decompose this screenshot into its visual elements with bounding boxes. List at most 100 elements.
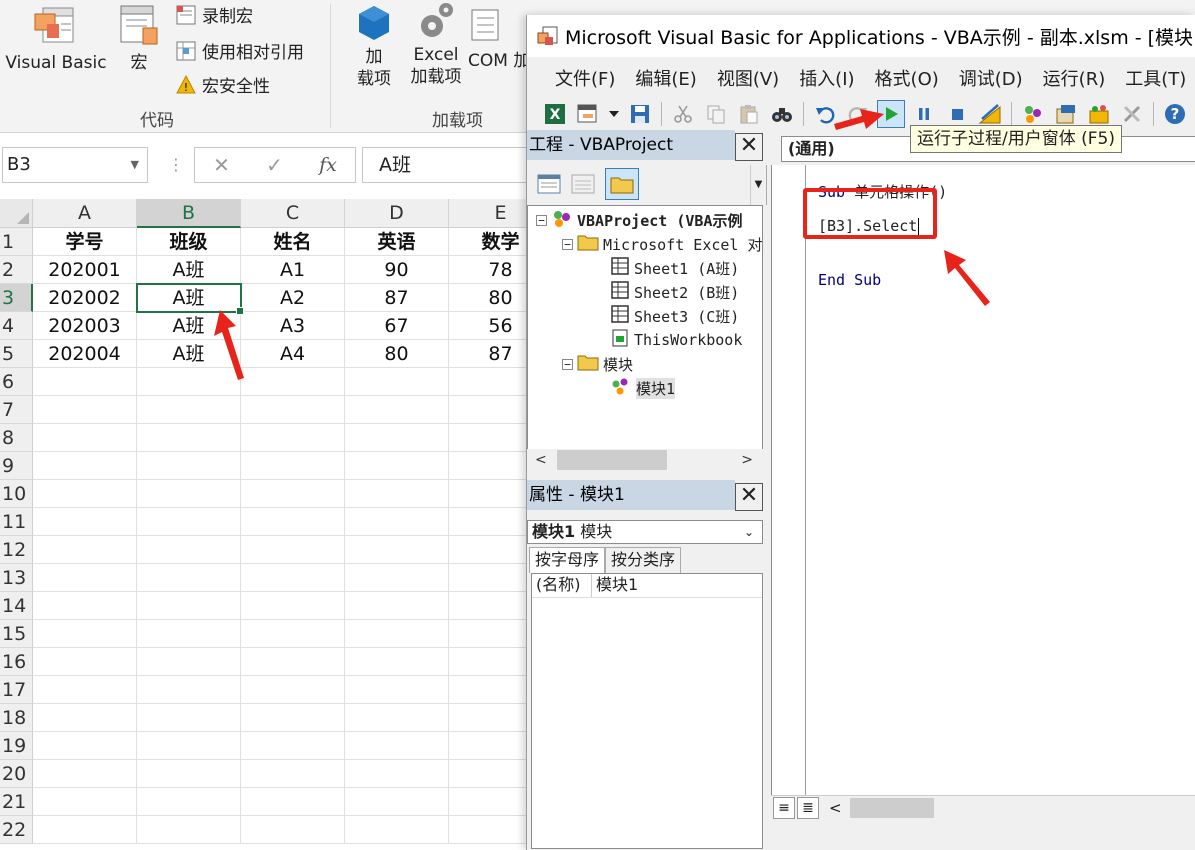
scroll-left-icon[interactable]: < (829, 799, 842, 817)
properties-object-select[interactable]: 模块1 模块 ⌄ (527, 520, 763, 544)
save-button[interactable] (626, 100, 654, 128)
cell[interactable] (345, 788, 449, 816)
row-header[interactable]: 22 (0, 816, 33, 844)
cell[interactable] (137, 564, 241, 592)
menu-item[interactable]: 调试(D) (949, 65, 1033, 91)
cell[interactable] (345, 704, 449, 732)
cell[interactable]: 90 (345, 256, 449, 284)
row-header[interactable]: 9 (0, 452, 33, 480)
cell[interactable] (345, 676, 449, 704)
cell[interactable]: A班 (137, 340, 241, 368)
code-line-sub[interactable]: Sub 单元格操作() (818, 181, 947, 202)
menu-item[interactable]: 格式(O) (865, 65, 949, 91)
cell[interactable] (33, 816, 137, 844)
chevron-down-icon[interactable]: ▼ (131, 148, 139, 182)
cell[interactable] (241, 648, 345, 676)
confirm-icon[interactable]: ✓ (266, 153, 283, 177)
property-row[interactable]: (名称) 模块1 (532, 574, 762, 598)
cell[interactable] (33, 452, 137, 480)
tree-node-sheet3[interactable]: Sheet3 (C班) (610, 304, 739, 328)
row-header[interactable]: 11 (0, 508, 33, 536)
cell[interactable]: A1 (241, 256, 345, 284)
undo-button[interactable] (811, 100, 839, 128)
project-tree[interactable]: − VBAProject (VBA示例 − Microsoft Excel 对象 She… (527, 205, 763, 463)
cell[interactable] (345, 732, 449, 760)
collapse-icon[interactable]: − (536, 214, 547, 226)
cell[interactable] (33, 732, 137, 760)
row-header[interactable]: 4 (0, 312, 33, 340)
tab-alphabetic[interactable]: 按字母序 (529, 547, 606, 573)
cell[interactable] (137, 620, 241, 648)
cell[interactable] (33, 424, 137, 452)
cell[interactable]: A班 (137, 312, 241, 340)
cell[interactable]: 班级 (137, 228, 241, 256)
row-header[interactable]: 2 (0, 256, 33, 284)
toggle-folders-button[interactable] (605, 168, 639, 200)
menu-item[interactable]: 编辑(E) (625, 65, 706, 91)
row-header[interactable]: 1 (0, 228, 33, 256)
object-browser-button[interactable] (1085, 100, 1113, 128)
row-header[interactable]: 20 (0, 760, 33, 788)
cell[interactable] (137, 788, 241, 816)
cell[interactable] (345, 536, 449, 564)
menu-item[interactable]: 工具(T) (1115, 65, 1195, 91)
row-header[interactable]: 14 (0, 592, 33, 620)
column-header[interactable]: B (137, 199, 241, 228)
cell[interactable] (241, 760, 345, 788)
cell[interactable]: 202003 (33, 312, 137, 340)
cell[interactable]: A班 (137, 256, 241, 284)
cell[interactable] (345, 816, 449, 844)
cell[interactable] (137, 732, 241, 760)
row-header[interactable]: 21 (0, 788, 33, 816)
properties-window-button[interactable] (1052, 100, 1080, 128)
cell[interactable] (137, 396, 241, 424)
insert-userform-button[interactable] (574, 100, 602, 128)
tree-node-module1[interactable]: 模块1 (610, 376, 676, 400)
view-code-icon[interactable] (537, 173, 561, 199)
menu-item[interactable]: 插入(I) (789, 65, 864, 91)
cell[interactable] (137, 676, 241, 704)
design-mode-button[interactable] (976, 100, 1004, 128)
row-header[interactable]: 13 (0, 564, 33, 592)
cell[interactable] (33, 396, 137, 424)
cell[interactable] (137, 424, 241, 452)
row-header[interactable]: 8 (0, 424, 33, 452)
row-header[interactable]: 12 (0, 536, 33, 564)
record-macro-button[interactable]: 录制宏 (176, 2, 253, 27)
cell[interactable] (345, 620, 449, 648)
cell[interactable] (137, 592, 241, 620)
cell[interactable]: 学号 (33, 228, 137, 256)
cell[interactable] (241, 452, 345, 480)
cell[interactable] (33, 788, 137, 816)
cell[interactable]: A4 (241, 340, 345, 368)
cell[interactable] (345, 592, 449, 620)
addins-button[interactable]: 加 载项 (352, 4, 396, 90)
cell[interactable] (33, 648, 137, 676)
tree-node-sheet2[interactable]: Sheet2 (B班) (610, 280, 739, 304)
cell[interactable]: 202004 (33, 340, 137, 368)
cancel-icon[interactable]: ✕ (213, 153, 230, 177)
cell[interactable] (241, 816, 345, 844)
cell[interactable] (33, 368, 137, 396)
cell[interactable] (33, 536, 137, 564)
scroll-down-icon[interactable]: ▼ (750, 165, 766, 205)
tab-categorized[interactable]: 按分类序 (605, 547, 682, 573)
cell[interactable] (33, 564, 137, 592)
cell[interactable]: 67 (345, 312, 449, 340)
cell[interactable] (137, 480, 241, 508)
cell[interactable] (33, 508, 137, 536)
cell[interactable] (33, 620, 137, 648)
cell[interactable] (241, 592, 345, 620)
paste-button[interactable] (735, 100, 763, 128)
row-header[interactable]: 15 (0, 620, 33, 648)
cell[interactable] (137, 508, 241, 536)
cell[interactable]: 80 (345, 340, 449, 368)
tree-node-modules[interactable]: − 模块 (562, 352, 633, 376)
row-header[interactable]: 10 (0, 480, 33, 508)
macro-security-button[interactable]: ! 宏安全性 (176, 72, 270, 97)
cell[interactable]: A3 (241, 312, 345, 340)
cell[interactable] (137, 368, 241, 396)
cell[interactable] (137, 816, 241, 844)
cell[interactable] (345, 396, 449, 424)
tree-node-excel-objects[interactable]: − Microsoft Excel 对象 (562, 232, 762, 256)
